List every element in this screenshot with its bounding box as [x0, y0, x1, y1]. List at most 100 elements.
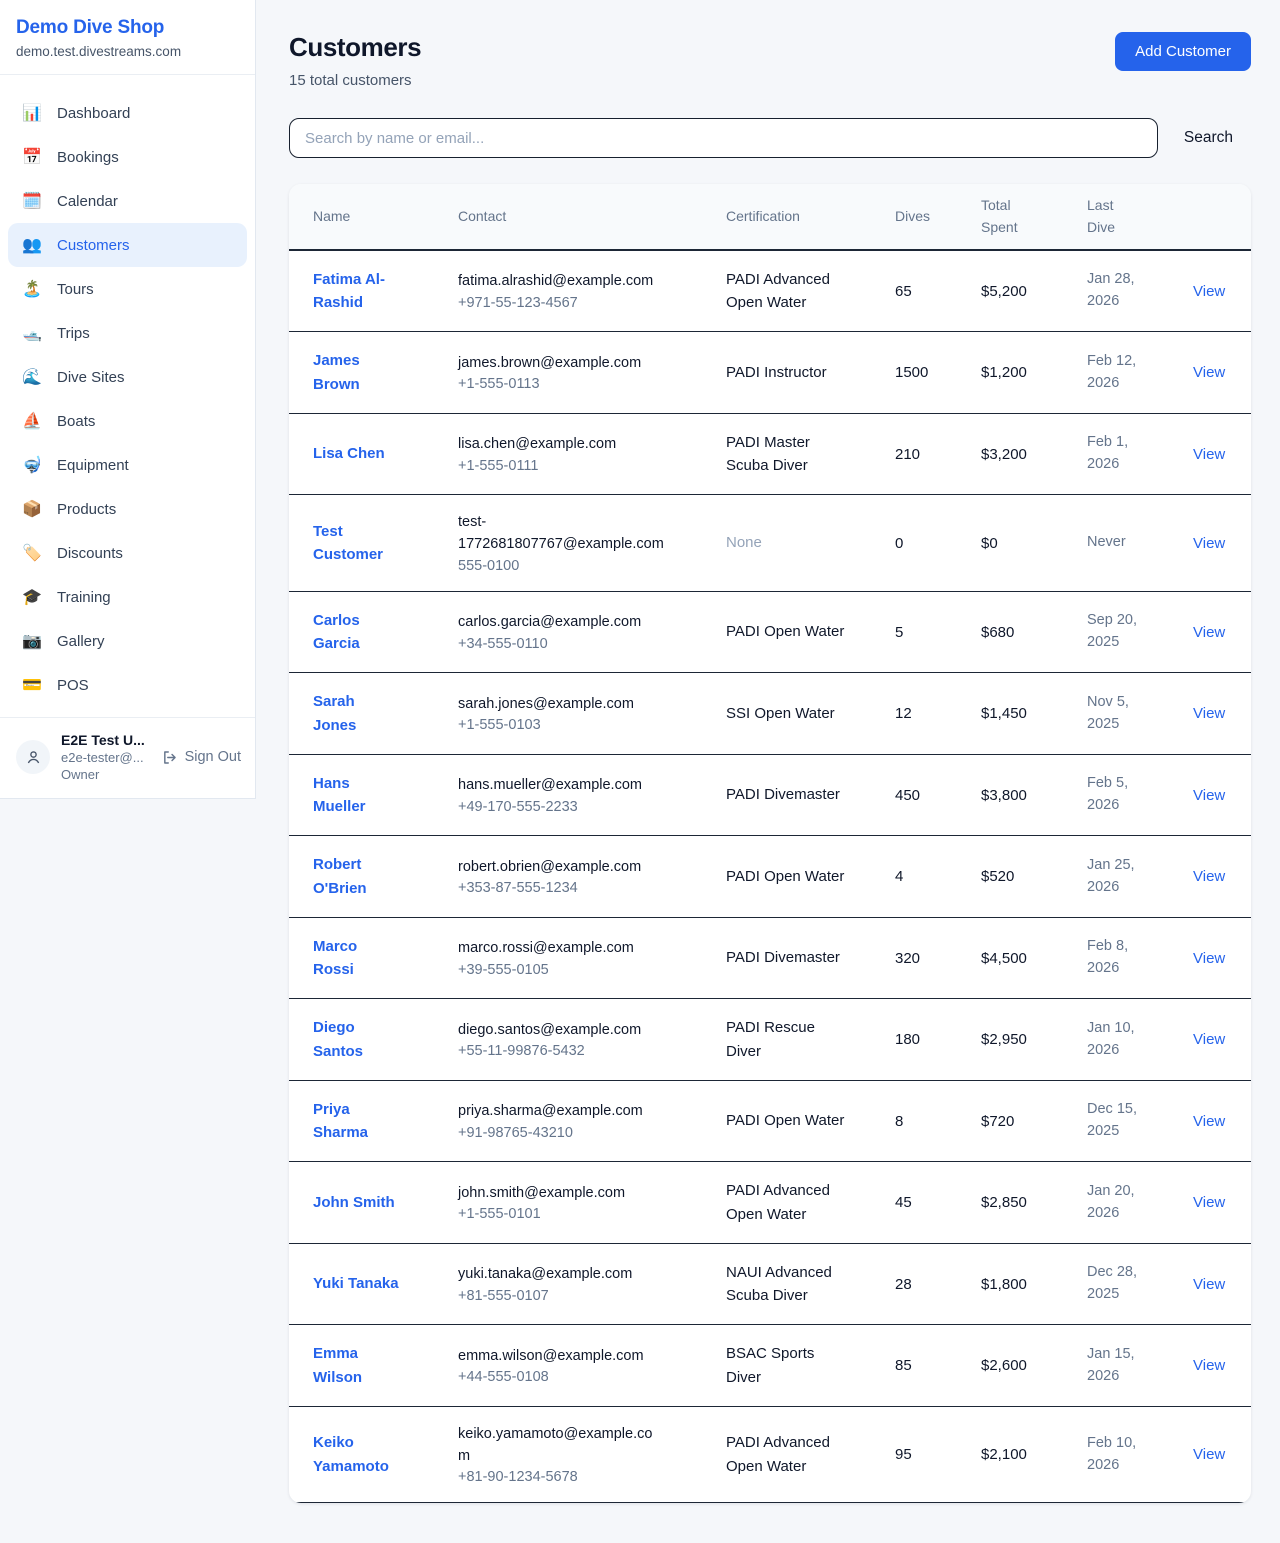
customer-last-dive: Jan 10, 2026 [1087, 1018, 1151, 1062]
customer-count: 15 total customers [289, 72, 421, 89]
customer-row: Marco Rossi marco.rossi@example.com +39-… [289, 917, 1251, 999]
customer-name-link[interactable]: James Brown [313, 349, 401, 396]
customer-certification: PADI Advanced Open Water [726, 268, 846, 315]
customer-row: Robert O'Brien robert.obrien@example.com… [289, 836, 1251, 918]
customer-name-link[interactable]: John Smith [313, 1191, 401, 1214]
view-link[interactable]: View [1193, 1113, 1225, 1130]
sidebar-item-products[interactable]: 📦 Products [8, 487, 247, 531]
customer-certification: PADI Divemaster [726, 783, 846, 806]
customer-email: fatima.alrashid@example.com [458, 271, 664, 293]
sidebar-item-label: Boats [57, 413, 95, 430]
customer-name-link[interactable]: Yuki Tanaka [313, 1272, 401, 1295]
customer-total-spent: $1,800 [981, 1276, 1063, 1293]
customer-phone: +49-170-555-2233 [458, 799, 702, 815]
customer-email: lisa.chen@example.com [458, 434, 664, 456]
customer-name-link[interactable]: Fatima Al-Rashid [313, 268, 401, 315]
motorboat-icon: 🛥️ [22, 323, 42, 343]
customer-dives: 320 [895, 950, 957, 967]
customer-row: Hans Mueller hans.mueller@example.com +4… [289, 754, 1251, 836]
customer-phone: +55-11-99876-5432 [458, 1043, 702, 1059]
island-icon: 🏝️ [22, 279, 42, 299]
customer-name-link[interactable]: Carlos Garcia [313, 609, 401, 656]
column-header-total-spent: Total Spent [957, 184, 1063, 250]
sidebar-item-trips[interactable]: 🛥️ Trips [8, 311, 247, 355]
search-button[interactable]: Search [1158, 129, 1251, 147]
sidebar-item-dive-sites[interactable]: 🌊 Dive Sites [8, 355, 247, 399]
customer-dives: 45 [895, 1194, 957, 1211]
customer-phone: +1-555-0113 [458, 376, 702, 392]
customer-total-spent: $520 [981, 868, 1063, 885]
sign-out-button[interactable]: Sign Out [161, 749, 241, 766]
customer-name-link[interactable]: Sarah Jones [313, 690, 401, 737]
customer-last-dive: Nov 5, 2025 [1087, 692, 1151, 736]
customer-name-link[interactable]: Priya Sharma [313, 1098, 401, 1145]
customer-phone: +353-87-555-1234 [458, 880, 702, 896]
sidebar-item-training[interactable]: 🎓 Training [8, 575, 247, 619]
table-header: Name Contact Certification Dives Total S… [289, 184, 1251, 250]
avatar [16, 740, 50, 774]
sidebar-item-pos[interactable]: 💳 POS [8, 663, 247, 707]
view-link[interactable]: View [1193, 1446, 1225, 1463]
user-icon [25, 749, 42, 766]
customer-dives: 95 [895, 1446, 957, 1463]
sidebar-item-customers[interactable]: 👥 Customers [8, 223, 247, 267]
sidebar-item-label: Dive Sites [57, 369, 125, 386]
view-link[interactable]: View [1193, 624, 1225, 641]
view-link[interactable]: View [1193, 1357, 1225, 1374]
view-link[interactable]: View [1193, 283, 1225, 300]
customer-name-link[interactable]: Diego Santos [313, 1016, 401, 1063]
customer-last-dive: Dec 28, 2025 [1087, 1262, 1151, 1306]
user-email: e2e-tester@... [61, 750, 145, 765]
customer-name-link[interactable]: Hans Mueller [313, 772, 401, 819]
add-customer-button[interactable]: Add Customer [1115, 32, 1251, 71]
credit-card-icon: 💳 [22, 675, 42, 695]
customer-email: marco.rossi@example.com [458, 938, 664, 960]
view-link[interactable]: View [1193, 1194, 1225, 1211]
sailboat-icon: ⛵ [22, 411, 42, 431]
customer-total-spent: $1,200 [981, 364, 1063, 381]
customer-total-spent: $4,500 [981, 950, 1063, 967]
customer-name-link[interactable]: Robert O'Brien [313, 853, 401, 900]
view-link[interactable]: View [1193, 950, 1225, 967]
view-link[interactable]: View [1193, 868, 1225, 885]
customer-name-link[interactable]: Marco Rossi [313, 935, 401, 982]
app-root: Demo Dive Shop demo.test.divestreams.com… [0, 0, 1280, 1543]
customer-phone: 555-0100 [458, 558, 702, 574]
calendar-icon: 📅 [22, 147, 42, 167]
search-input[interactable] [289, 118, 1158, 158]
user-name: E2E Test U... [61, 732, 145, 748]
view-link[interactable]: View [1193, 364, 1225, 381]
customer-name-link[interactable]: Keiko Yamamoto [313, 1431, 401, 1478]
customer-row: Sarah Jones sarah.jones@example.com +1-5… [289, 673, 1251, 755]
customer-name-link[interactable]: Emma Wilson [313, 1342, 401, 1389]
sidebar-item-gallery[interactable]: 📷 Gallery [8, 619, 247, 663]
customer-email: hans.mueller@example.com [458, 775, 664, 797]
sidebar-item-label: Dashboard [57, 105, 130, 122]
sidebar-item-tours[interactable]: 🏝️ Tours [8, 267, 247, 311]
sidebar-item-dashboard[interactable]: 📊 Dashboard [8, 91, 247, 135]
customer-total-spent: $1,450 [981, 705, 1063, 722]
page-header: Customers 15 total customers Add Custome… [289, 32, 1251, 89]
sidebar-item-equipment[interactable]: 🤿 Equipment [8, 443, 247, 487]
sidebar-item-calendar[interactable]: 🗓️ Calendar [8, 179, 247, 223]
customer-name-link[interactable]: Lisa Chen [313, 442, 401, 465]
view-link[interactable]: View [1193, 535, 1225, 552]
customer-dives: 1500 [895, 364, 957, 381]
logout-icon [161, 749, 178, 766]
customer-last-dive: Feb 1, 2026 [1087, 432, 1151, 476]
view-link[interactable]: View [1193, 1276, 1225, 1293]
customer-total-spent: $680 [981, 624, 1063, 641]
view-link[interactable]: View [1193, 1031, 1225, 1048]
sidebar-item-label: Customers [57, 237, 130, 254]
view-link[interactable]: View [1193, 705, 1225, 722]
sidebar-item-boats[interactable]: ⛵ Boats [8, 399, 247, 443]
customer-phone: +34-555-0110 [458, 636, 702, 652]
customer-row: James Brown james.brown@example.com +1-5… [289, 332, 1251, 414]
sidebar-item-bookings[interactable]: 📅 Bookings [8, 135, 247, 179]
customer-name-link[interactable]: Test Customer [313, 520, 401, 567]
sidebar-item-discounts[interactable]: 🏷️ Discounts [8, 531, 247, 575]
shop-domain: demo.test.divestreams.com [16, 44, 239, 59]
view-link[interactable]: View [1193, 787, 1225, 804]
view-link[interactable]: View [1193, 446, 1225, 463]
sidebar-item-label: Products [57, 501, 116, 518]
